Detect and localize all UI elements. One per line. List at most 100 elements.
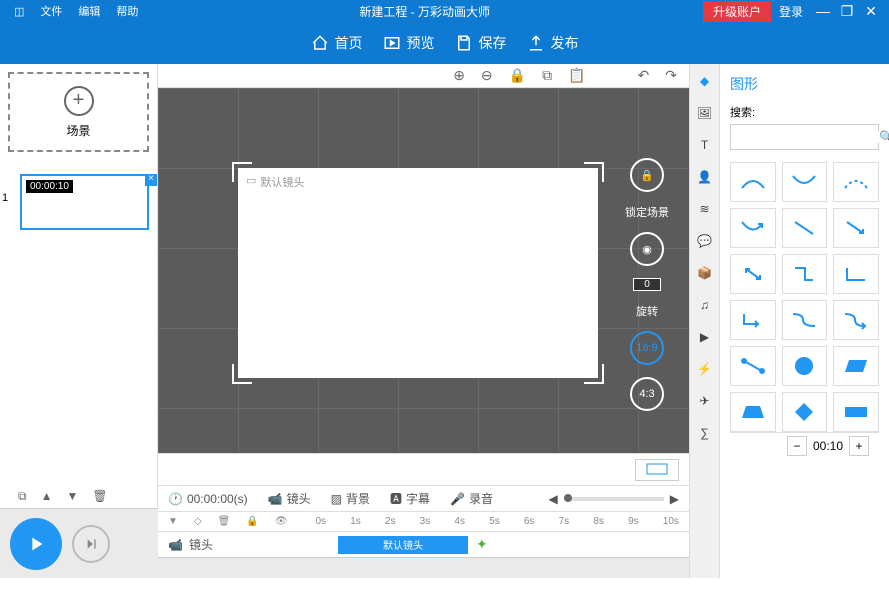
trash-icon[interactable]: 🗑: [92, 489, 107, 504]
formula-tool-icon[interactable]: ∑: [696, 424, 714, 442]
shape-circle[interactable]: [782, 346, 828, 386]
shape-curve-arrow[interactable]: [730, 208, 776, 248]
menu-help[interactable]: 帮助: [108, 3, 146, 19]
scene-thumbnail[interactable]: 00:00:10 ×: [20, 174, 149, 230]
menu-file[interactable]: 文件: [32, 3, 70, 19]
ratio-4-3-button[interactable]: 4:3: [630, 377, 664, 411]
home-button[interactable]: 首页: [311, 33, 363, 53]
preview-thumbnail[interactable]: [635, 459, 679, 481]
shape-arc-up[interactable]: [730, 162, 776, 202]
menu-edit[interactable]: 编辑: [70, 3, 108, 19]
shape-curve-arrow-2[interactable]: [833, 300, 879, 340]
search-icon[interactable]: 🔍: [879, 130, 889, 144]
camera-tab[interactable]: 📹 镜头: [268, 490, 311, 507]
lock-scene-button[interactable]: 🔒: [630, 158, 664, 192]
rotate-label: 旋转: [636, 303, 658, 319]
close-button[interactable]: ✕: [859, 3, 883, 20]
down-icon[interactable]: ▼: [66, 489, 78, 504]
preview-button[interactable]: 预览: [383, 33, 435, 53]
shape-arrow-line[interactable]: [833, 208, 879, 248]
shape-connector[interactable]: [730, 346, 776, 386]
effect-tool-icon[interactable]: ⚡: [696, 360, 714, 378]
lock-icon[interactable]: 🔒: [509, 67, 526, 84]
preview-icon: [383, 34, 401, 52]
publish-button[interactable]: 发布: [527, 33, 579, 53]
plus-icon: +: [64, 86, 94, 116]
shape-trapezoid[interactable]: [730, 392, 776, 432]
shape-parallelogram[interactable]: [833, 346, 879, 386]
canvas[interactable]: ▭默认镜头 🔒 锁定场景 ◉ 0 旋转 16:9 4:3: [158, 88, 689, 453]
zoom-time-value: 00:10: [813, 439, 843, 453]
scene-index: 1: [2, 192, 8, 204]
slider-right-icon[interactable]: ▶: [670, 492, 679, 506]
shape-dashed-arc[interactable]: [833, 162, 879, 202]
minimize-button[interactable]: —: [811, 3, 835, 19]
camera-track-label: 📹 镜头: [168, 536, 338, 553]
add-scene-button[interactable]: + 场景: [8, 72, 149, 152]
speech-tool-icon[interactable]: 💬: [696, 232, 714, 250]
ratio-16-9-button[interactable]: 16:9: [630, 331, 664, 365]
up-icon[interactable]: ▲: [41, 489, 53, 504]
frame-label: ▭默认镜头: [246, 174, 304, 190]
background-tab[interactable]: ▨ 背景: [331, 490, 370, 507]
time-ruler[interactable]: 0s1s2s 3s4s5s 6s7s8s 9s10s: [315, 516, 689, 527]
redo-icon[interactable]: ↷: [665, 67, 677, 84]
avatar-tool-icon[interactable]: 👤: [696, 168, 714, 186]
rotate-dial[interactable]: ◉: [630, 232, 664, 266]
shape-elbow-right[interactable]: [782, 254, 828, 294]
diamond-icon[interactable]: ◇: [194, 516, 202, 527]
eye-icon[interactable]: 👁: [275, 516, 288, 527]
add-keyframe-icon[interactable]: ✦: [476, 536, 488, 553]
shape-rectangle[interactable]: [833, 392, 879, 432]
login-button[interactable]: 登录: [779, 3, 803, 20]
lock-ruler-icon[interactable]: 🔒: [246, 516, 258, 527]
slider-left-icon[interactable]: ◀: [549, 492, 558, 506]
publish-icon: [527, 34, 545, 52]
shape-diamond[interactable]: [782, 392, 828, 432]
maximize-button[interactable]: ❐: [835, 3, 859, 20]
camera-clip[interactable]: 默认镜头: [338, 536, 468, 554]
record-tab[interactable]: 🎤 录音: [450, 490, 493, 507]
undo-icon[interactable]: ↶: [638, 67, 650, 84]
filter-icon[interactable]: ▼: [168, 516, 178, 527]
zoom-out-icon[interactable]: ⊖: [481, 67, 493, 84]
search-input[interactable]: [737, 131, 879, 143]
shape-elbow-arrow[interactable]: [730, 300, 776, 340]
save-button[interactable]: 保存: [455, 33, 507, 53]
shape-line[interactable]: [782, 208, 828, 248]
scene-close-icon[interactable]: ×: [145, 174, 157, 186]
zoom-in-time[interactable]: +: [849, 436, 869, 456]
camera-frame[interactable]: ▭默认镜头: [238, 168, 598, 378]
trash-ruler-icon[interactable]: 🗑: [218, 516, 231, 527]
send-tool-icon[interactable]: ✈: [696, 392, 714, 410]
text-tool-icon[interactable]: T: [696, 136, 714, 154]
pin-icon[interactable]: ◫: [6, 5, 32, 18]
shape-double-arrow[interactable]: [730, 254, 776, 294]
audio-tool-icon[interactable]: ♫: [696, 296, 714, 314]
save-icon: [455, 34, 473, 52]
shape-curve[interactable]: [782, 300, 828, 340]
video-tool-icon[interactable]: ▶: [696, 328, 714, 346]
lock-scene-label: 锁定场景: [625, 204, 669, 220]
play-button[interactable]: [10, 518, 62, 570]
search-label: 搜索:: [730, 104, 879, 120]
copy-canvas-icon[interactable]: ⧉: [542, 67, 552, 84]
paste-icon[interactable]: 📋: [568, 67, 585, 84]
image-tool-icon[interactable]: 🖼: [696, 104, 714, 122]
window-title: 新建工程 - 万彩动画大师: [146, 3, 703, 20]
play-icon: [25, 533, 47, 555]
upgrade-button[interactable]: 升级账户: [703, 1, 771, 22]
timeline-zoom-slider[interactable]: [564, 497, 664, 501]
step-button[interactable]: [72, 525, 110, 563]
home-icon: [311, 34, 329, 52]
shapes-panel-title: 图形: [730, 74, 879, 94]
container-tool-icon[interactable]: 📦: [696, 264, 714, 282]
copy-icon[interactable]: ⧉: [18, 489, 27, 504]
swf-tool-icon[interactable]: ≋: [696, 200, 714, 218]
shapes-tool-icon[interactable]: ◆: [696, 72, 714, 90]
shape-elbow-down[interactable]: [833, 254, 879, 294]
zoom-in-icon[interactable]: ⊕: [453, 67, 465, 84]
zoom-out-time[interactable]: −: [787, 436, 807, 456]
subtitle-tab[interactable]: 🅰 字幕: [390, 490, 430, 507]
shape-arc-down[interactable]: [782, 162, 828, 202]
